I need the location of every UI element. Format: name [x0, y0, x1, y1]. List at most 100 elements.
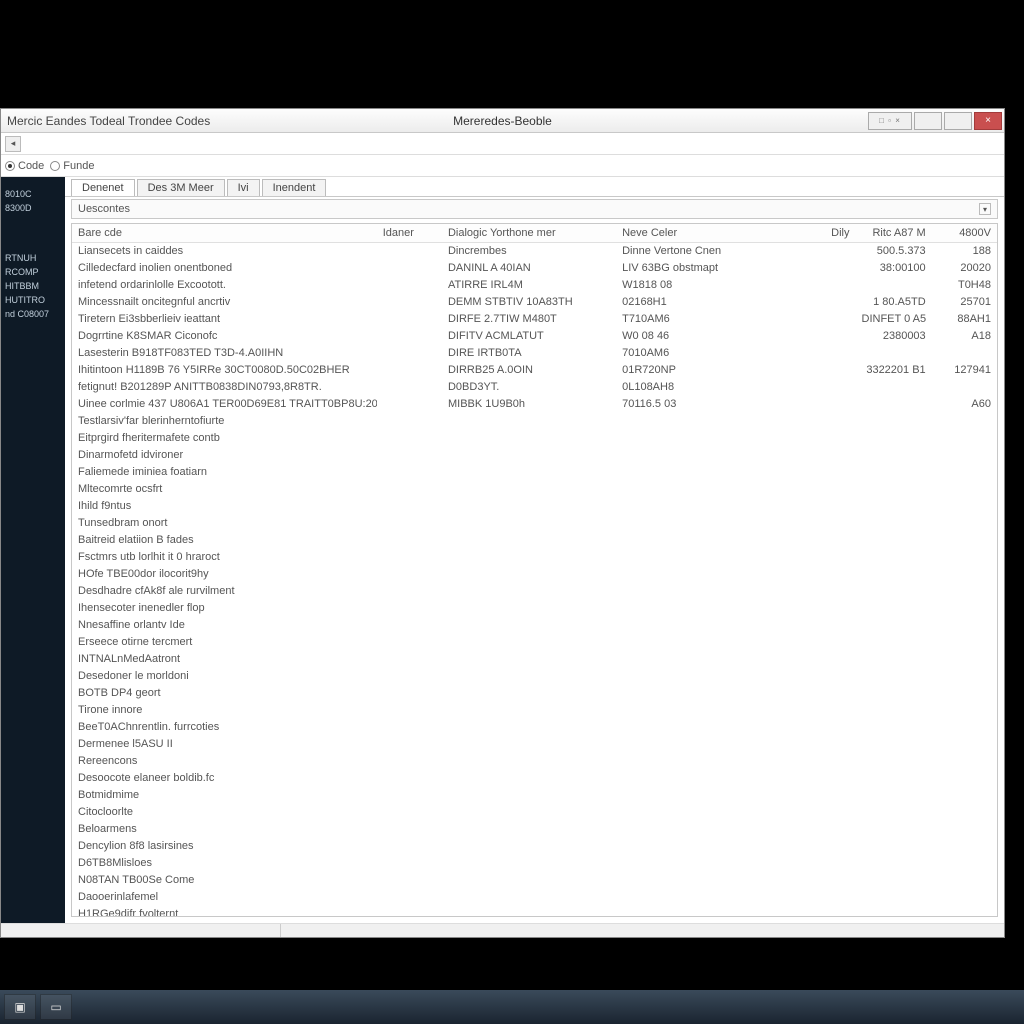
table-row[interactable]: Ihitintoon H1189B 76 Y5IRRe 30CT0080D.50… — [72, 362, 997, 379]
sidebar-item[interactable]: HUTITRO — [3, 293, 63, 307]
col-neve[interactable]: Neve Celer — [616, 224, 779, 243]
table-row[interactable]: Desoocote elaneer boldib.fc — [72, 770, 997, 787]
table-row[interactable]: Citocloorlte — [72, 804, 997, 821]
cell — [616, 515, 779, 532]
cell — [779, 787, 855, 804]
table-row[interactable]: Fsctmrs utb lorlhit it 0 hraroct — [72, 549, 997, 566]
table-row[interactable]: Desedoner le morldoni — [72, 668, 997, 685]
cell — [779, 345, 855, 362]
cell — [779, 889, 855, 906]
tab-denenet[interactable]: Denenet — [71, 179, 135, 196]
table-row[interactable]: Daooerinlafemel — [72, 889, 997, 906]
table-row[interactable]: Baitreid elatiion B fades — [72, 532, 997, 549]
sidebar-item[interactable]: HITBBM — [3, 279, 63, 293]
cell: A18 — [932, 328, 997, 345]
cell — [779, 294, 855, 311]
tab-ivi[interactable]: Ivi — [227, 179, 260, 196]
table-row[interactable]: Tiretern Ei3sbberlieiv ieattantDIRFE 2.7… — [72, 311, 997, 328]
radio-code[interactable]: Code — [5, 160, 44, 172]
table-row[interactable]: D6TB8Mlisloes — [72, 855, 997, 872]
sort-icon[interactable]: ▾ — [979, 203, 991, 215]
cell — [856, 634, 932, 651]
sidebar-item[interactable]: nd C08007 — [3, 307, 63, 321]
tab-inendent[interactable]: Inendent — [262, 179, 327, 196]
table-row[interactable]: Botmidmime — [72, 787, 997, 804]
col-idaner[interactable]: Idaner — [377, 224, 442, 243]
col-ritc[interactable]: Ritc A87 M — [856, 224, 932, 243]
cell — [856, 855, 932, 872]
table-row[interactable]: Rereencons — [72, 753, 997, 770]
table-row[interactable]: Dencylion 8f8 lasirsines — [72, 838, 997, 855]
titlebar[interactable]: Mercic Eandes Todeal Trondee Codes Merer… — [1, 109, 1004, 133]
sidebar-item[interactable]: RCOMP — [3, 265, 63, 279]
taskbar[interactable]: ▣ ▭ — [0, 990, 1024, 1024]
cell — [856, 651, 932, 668]
table-row[interactable]: Testlarsiv'far blerinherntofiurte — [72, 413, 997, 430]
table-row[interactable]: Dogrrtine K8SMAR CiconofcDIFITV ACMLATUT… — [72, 328, 997, 345]
cell: Nnesaffine orlantv Ide — [72, 617, 377, 634]
radio-funde[interactable]: Funde — [50, 160, 94, 172]
table-row[interactable]: Tunsedbram onort — [72, 515, 997, 532]
table-row[interactable]: Mincessnailt oncitegnful ancrtivDEMM STB… — [72, 294, 997, 311]
cell — [377, 549, 442, 566]
table-row[interactable]: Ihensecoter inenedler flop — [72, 600, 997, 617]
table-row[interactable]: H1RGe9difr fvolternt — [72, 906, 997, 917]
table-row[interactable]: Lasesterin B918TF083TED T3D-4.A0IIHNDIRE… — [72, 345, 997, 362]
cell — [779, 600, 855, 617]
cell — [442, 532, 616, 549]
col-dily[interactable]: Dily — [779, 224, 855, 243]
cell: Dencylion 8f8 lasirsines — [72, 838, 377, 855]
minimize-button[interactable] — [914, 112, 942, 130]
cell: Dermenee l5ASU II — [72, 736, 377, 753]
table-row[interactable]: infetend ordarinlolle Excootott.ATIRRE I… — [72, 277, 997, 294]
table-row[interactable]: INTNALnMedAatront — [72, 651, 997, 668]
window-control-group[interactable]: □ ▫ × — [868, 112, 912, 130]
table-row[interactable]: Liansecets in caiddesDincrembesDinne Ver… — [72, 243, 997, 261]
maximize-button[interactable] — [944, 112, 972, 130]
col-4800v[interactable]: 4800V — [932, 224, 997, 243]
taskbar-app-icon[interactable]: ▭ — [40, 994, 72, 1020]
cell — [779, 566, 855, 583]
data-grid[interactable]: Bare cde Idaner Dialogic Yorthone mer Ne… — [71, 223, 998, 917]
cell — [856, 838, 932, 855]
table-row[interactable]: fetignut! B201289P ANITTB0838DIN0793,8R8… — [72, 379, 997, 396]
table-row[interactable]: Tirone innore — [72, 702, 997, 719]
table-row[interactable]: Nnesaffine orlantv Ide — [72, 617, 997, 634]
taskbar-start-icon[interactable]: ▣ — [4, 994, 36, 1020]
table-row[interactable]: Cilledecfard inolien onentbonedDANINL A … — [72, 260, 997, 277]
table-row[interactable]: Dermenee l5ASU II — [72, 736, 997, 753]
tab-des3m[interactable]: Des 3M Meer — [137, 179, 225, 196]
table-row[interactable]: BOTB DP4 geort — [72, 685, 997, 702]
table-row[interactable]: Ihild f9ntus — [72, 498, 997, 515]
cell — [442, 838, 616, 855]
table-row[interactable]: Erseece otirne tercmert — [72, 634, 997, 651]
col-dialogic[interactable]: Dialogic Yorthone mer — [442, 224, 616, 243]
sidebar-item[interactable]: 8300D — [3, 201, 63, 215]
cell: Ihitintoon H1189B 76 Y5IRRe 30CT0080D.50… — [72, 362, 377, 379]
table-row[interactable]: Desdhadre cfAk8f ale rurvilment — [72, 583, 997, 600]
table-row[interactable]: HOfe TBE00dor ilocorit9hy — [72, 566, 997, 583]
cell — [377, 515, 442, 532]
col-barecde[interactable]: Bare cde — [72, 224, 377, 243]
radio-dot-icon — [50, 161, 60, 171]
cell — [377, 872, 442, 889]
cell: D6TB8Mlisloes — [72, 855, 377, 872]
table-row[interactable]: Beloarmens — [72, 821, 997, 838]
cell — [779, 260, 855, 277]
cell: 38:00100 — [856, 260, 932, 277]
close-button[interactable]: × — [974, 112, 1002, 130]
table-row[interactable]: Uinee corlmie 437 U806A1 TER00D69E81 TRA… — [72, 396, 997, 413]
table-row[interactable]: Faliemede iminiea foatiarn — [72, 464, 997, 481]
table-row[interactable]: Eitprgird fheritermafete contb — [72, 430, 997, 447]
table-row[interactable]: BeeT0AChnrentlin. furrcoties — [72, 719, 997, 736]
table-row[interactable]: N08TAN TB00Se Come — [72, 872, 997, 889]
back-icon[interactable]: ◂ — [5, 136, 21, 152]
desktop: Mercic Eandes Todeal Trondee Codes Merer… — [0, 0, 1024, 1024]
cell: T0H48 — [932, 277, 997, 294]
sidebar-item[interactable]: RTNUH — [3, 251, 63, 265]
table-row[interactable]: Dinarmofetd idvironer — [72, 447, 997, 464]
table-row[interactable]: Mltecomrte ocsfrt — [72, 481, 997, 498]
sidebar-item[interactable]: 8010C — [3, 187, 63, 201]
cell — [442, 481, 616, 498]
cell — [856, 821, 932, 838]
